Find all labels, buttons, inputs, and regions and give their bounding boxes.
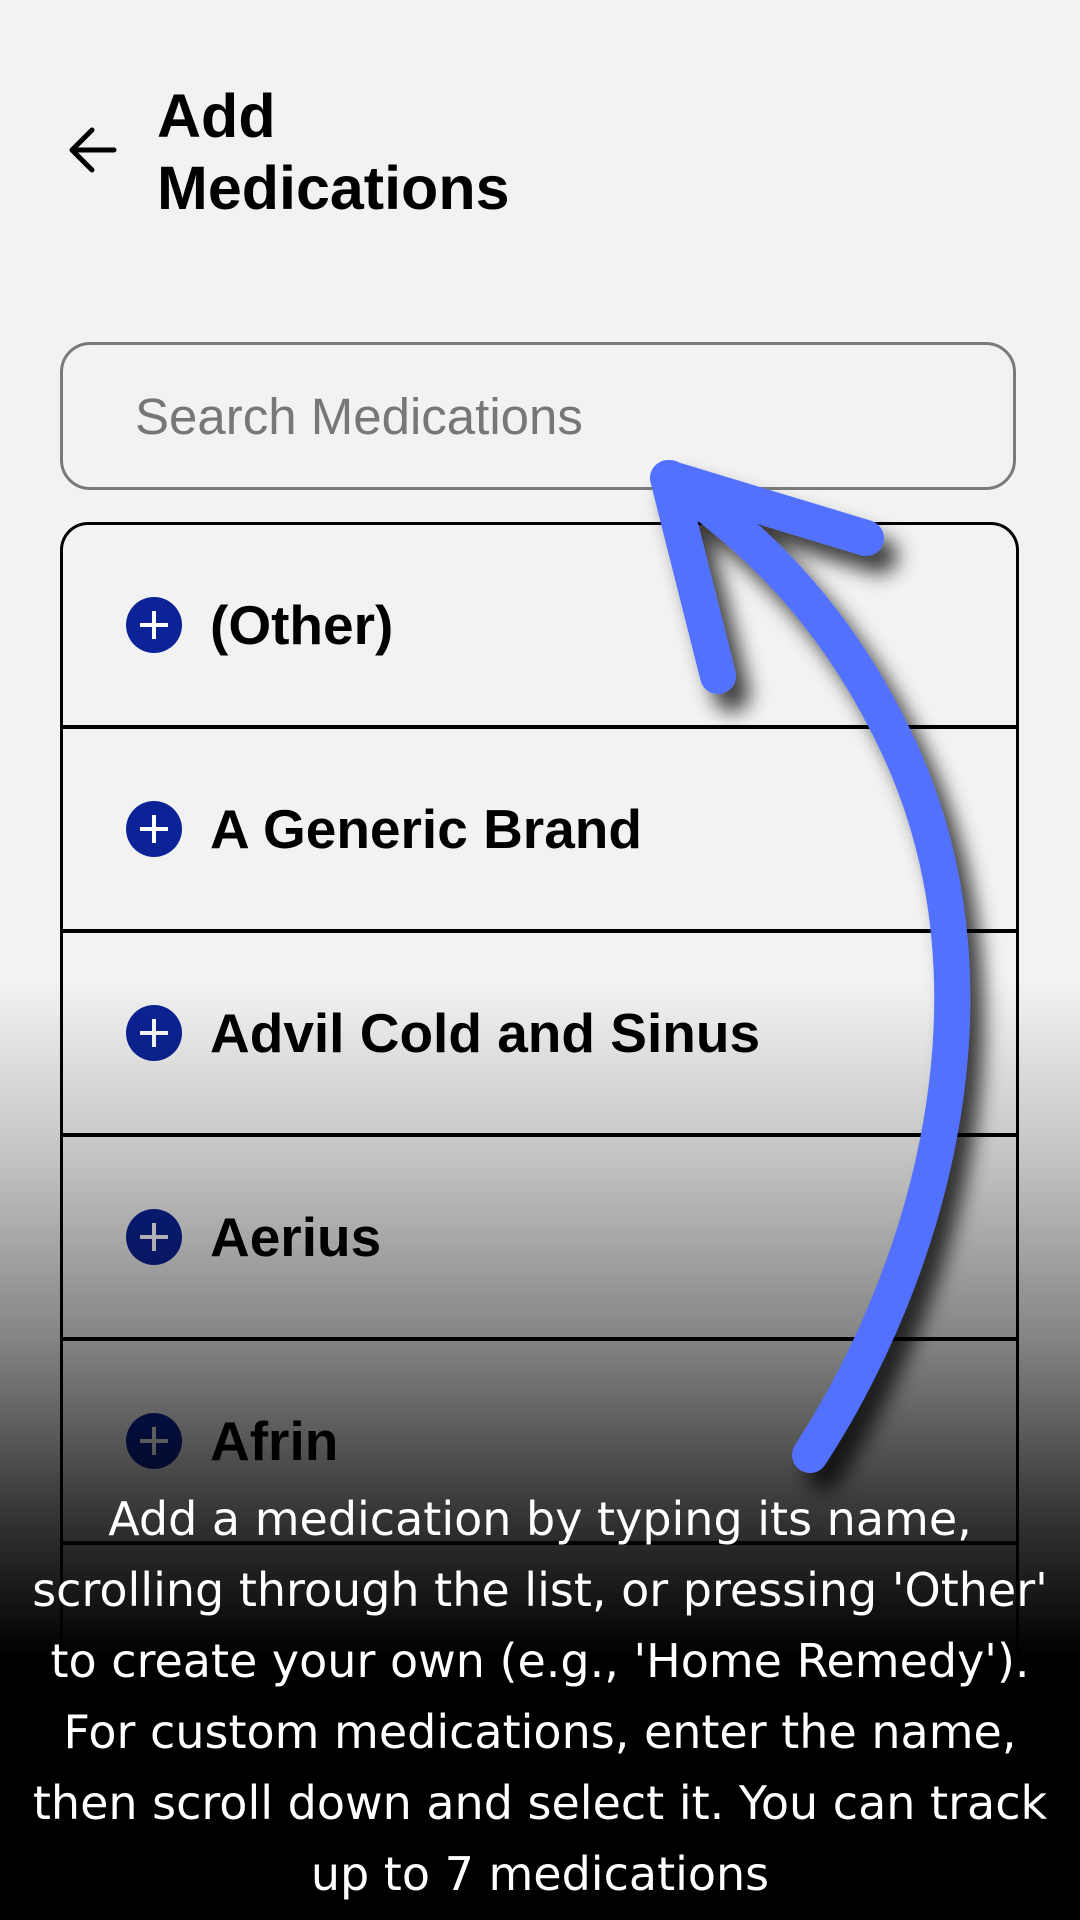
- plus-circle-icon: [126, 801, 182, 857]
- medication-name: (Other): [210, 594, 394, 656]
- app-header: Add Medications: [0, 0, 1080, 260]
- plus-circle-icon: [126, 1005, 182, 1061]
- tutorial-caption: Add a medication by typing its name, scr…: [32, 1492, 1048, 1901]
- back-button[interactable]: [62, 120, 122, 180]
- list-item-advil-cold-and-sinus[interactable]: Advil Cold and Sinus: [63, 933, 1016, 1137]
- arrow-left-icon: [69, 127, 117, 173]
- search-field[interactable]: [60, 342, 1016, 490]
- list-item-a-generic-brand[interactable]: A Generic Brand: [63, 729, 1016, 933]
- list-item-other[interactable]: (Other): [63, 525, 1016, 729]
- medication-name: Aerius: [210, 1206, 382, 1268]
- plus-circle-icon: [126, 597, 182, 653]
- plus-circle-icon: [126, 1413, 182, 1469]
- search-input[interactable]: [135, 345, 935, 487]
- page-title: Add Medications: [157, 82, 510, 222]
- medication-name: Advil Cold and Sinus: [210, 1002, 761, 1064]
- medication-name: A Generic Brand: [210, 798, 642, 860]
- medication-name: Afrin: [210, 1410, 339, 1472]
- plus-circle-icon: [126, 1209, 182, 1265]
- list-item-aerius[interactable]: Aerius: [63, 1137, 1016, 1341]
